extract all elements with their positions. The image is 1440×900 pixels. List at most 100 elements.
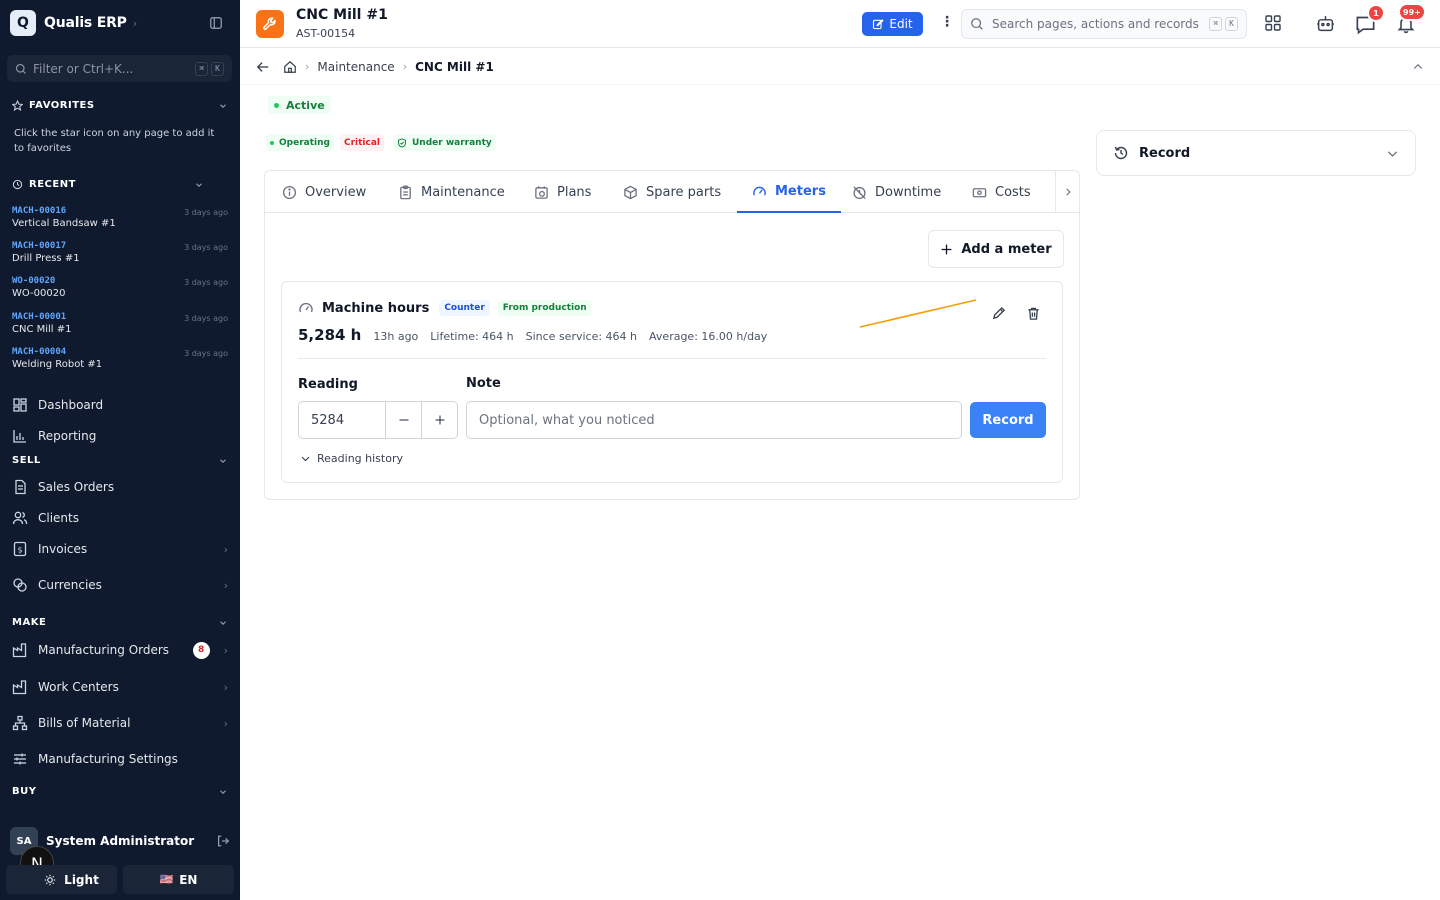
recent-item-name: Welding Robot #1 [12,359,103,370]
chevron-up-icon[interactable] [1412,61,1424,73]
sidebar-item-label: Invoices [38,542,88,556]
sidebar-item-dashboard[interactable]: Dashboard [12,392,228,418]
sidebar-item-currencies[interactable]: Currencies › [12,572,228,598]
sidebar-item-clients[interactable]: Clients [12,505,228,531]
sidebar-item-manufacturing-orders[interactable]: Manufacturing Orders 8 › [12,637,228,663]
bar-chart-icon [12,428,28,444]
breadcrumb-item[interactable]: Maintenance [317,60,394,74]
add-meter-button[interactable]: Add a meter [928,230,1064,268]
gauge-icon [298,300,314,316]
shield-check-icon [397,137,407,148]
tab-spare-parts[interactable]: Spare parts [623,171,721,213]
chevron-right-icon: › [223,680,228,694]
tab-meters[interactable]: Meters [737,171,841,213]
factory-icon [12,642,28,658]
meter-updated: 13h ago [373,330,419,343]
increment-button[interactable] [421,402,457,438]
factory-icon [12,679,28,695]
tab-downtime[interactable]: Downtime [852,171,941,213]
meter-average: Average: 16.00 h/day [649,330,768,343]
edit-icon [872,18,885,30]
sidebar-filter-input[interactable]: Filter or Ctrl+K... ⌘ K [7,55,232,82]
sidebar-item-sales-orders[interactable]: Sales Orders [12,474,228,500]
recent-item-time: 3 days ago [184,278,228,287]
sidebar-item-invoices[interactable]: $ Invoices › [12,536,228,562]
decrement-button[interactable] [386,402,422,438]
sidebar-item-label: Sales Orders [38,480,115,494]
meter-card: Machine hours Counter From production 5,… [281,281,1063,483]
clock-icon [12,179,23,190]
theme-toggle[interactable]: Light [6,865,117,894]
app-switcher[interactable]: Q Qualis ERP › [10,10,137,36]
tab-label: Downtime [875,184,942,200]
wrench-icon [256,10,284,38]
invoice-icon: $ [12,541,28,557]
note-label: Note [466,376,501,391]
meter-source-tag: From production [497,300,592,316]
banknote-icon [972,185,987,200]
recent-item[interactable]: MACH-00001 CNC Mill #1 3 days ago [12,312,228,342]
buy-title: BUY [12,786,37,797]
favorites-header[interactable]: FAVORITES [12,100,228,111]
sidebar-collapse-icon[interactable] [209,16,223,30]
chevron-right-icon: › [223,716,228,730]
robot-icon[interactable] [1316,14,1335,33]
plus-icon [940,243,953,256]
meter-lifetime: Lifetime: 464 h [430,330,514,343]
divider [298,358,1046,359]
sidebar-item-work-centers[interactable]: Work Centers › [12,674,228,700]
status-label: Active [286,98,325,112]
sidebar-item-reporting[interactable]: Reporting [12,423,228,449]
search-icon [15,63,27,75]
sun-icon [44,874,56,886]
tab-maintenance[interactable]: Maintenance [398,171,505,213]
apps-grid-icon[interactable] [1264,14,1282,32]
reading-input[interactable]: 5284 [299,402,386,438]
logout-icon[interactable] [216,834,230,848]
sidebar-item-manufacturing-settings[interactable]: Manufacturing Settings [12,746,228,772]
reading-history-toggle[interactable]: Reading history [300,452,403,465]
buy-section-header[interactable]: BUY [12,786,228,797]
meter-stats: 5,284 h 13h ago Lifetime: 464 h Since se… [298,326,779,344]
sidebar-item-label: Clients [38,511,79,525]
pencil-icon[interactable] [991,306,1006,321]
global-search-input[interactable]: Search pages, actions and records ⌘ K [961,9,1247,39]
recent-item[interactable]: MACH-00017 Drill Press #1 3 days ago [12,241,228,271]
sidebar-item-label: Reporting [38,429,97,443]
warranty-badge: Under warranty [393,134,496,151]
recent-item[interactable]: MACH-00016 Vertical Bandsaw #1 3 days ag… [12,206,228,236]
tab-plans[interactable]: Plans [534,171,591,213]
info-icon [282,185,297,200]
recent-item[interactable]: MACH-00004 Welding Robot #1 3 days ago [12,347,228,377]
star-icon [12,100,23,111]
reading-stepper: 5284 [298,401,458,439]
make-section-header[interactable]: MAKE [12,617,228,628]
reading-label: Reading [298,377,358,392]
sell-section-header[interactable]: SELL [12,455,228,466]
language-label: EN [179,872,198,887]
language-selector[interactable]: 🇺🇸 EN [123,865,234,894]
trash-icon[interactable] [1026,306,1041,321]
tabs-scroll-right-icon[interactable] [1055,171,1079,213]
back-arrow-icon[interactable] [256,60,270,74]
reading-history-label: Reading history [317,452,403,465]
tab-overview[interactable]: Overview [282,171,366,213]
home-icon[interactable] [283,60,297,74]
tab-costs[interactable]: Costs [972,171,1031,213]
recent-item-name: Drill Press #1 [12,253,80,264]
more-options-icon[interactable]: ⋮ [940,14,954,30]
recent-header[interactable]: RECENT [12,179,204,190]
record-panel[interactable]: Record [1096,130,1416,176]
kbd-cmd: ⌘ [195,61,209,76]
asset-code: AST-00154 [296,27,356,40]
edit-button[interactable]: Edit [862,12,923,36]
note-input[interactable]: Optional, what you noticed [466,401,962,439]
favorites-hint: Click the star icon on any page to add i… [14,128,215,154]
recent-item[interactable]: WO-00020 WO-00020 3 days ago [12,276,228,306]
recent-item-time: 3 days ago [184,243,228,252]
sidebar-item-bills-of-material[interactable]: Bills of Material › [12,710,228,736]
operating-label: Operating [279,137,330,148]
make-title: MAKE [12,617,47,628]
theme-label: Light [64,872,99,887]
record-button[interactable]: Record [970,402,1046,438]
